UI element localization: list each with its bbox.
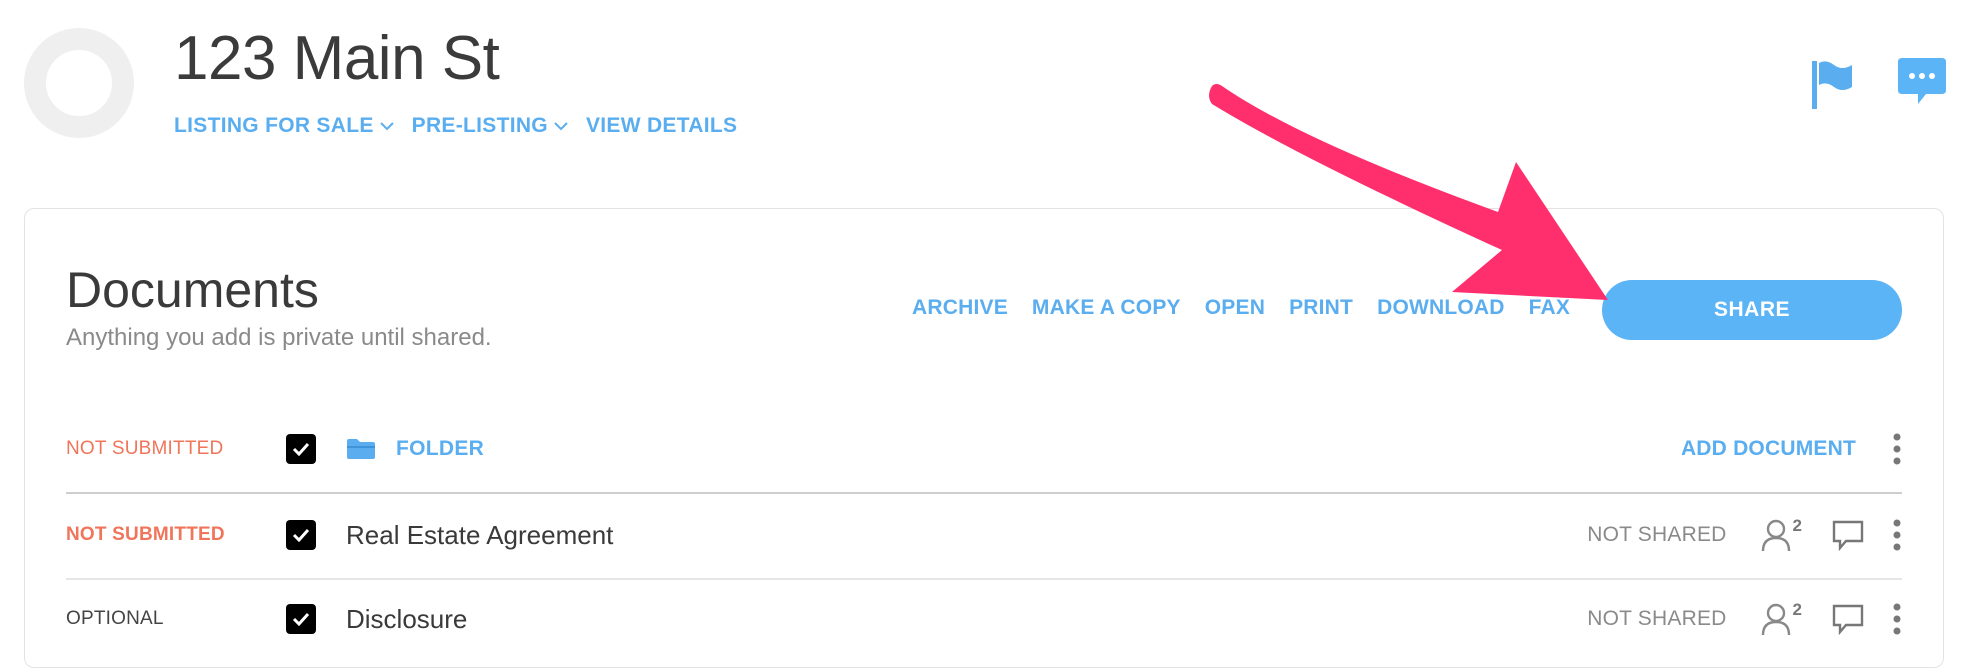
- person-icon: [1761, 519, 1790, 552]
- chevron-down-icon: [554, 122, 568, 131]
- checkmark-icon: [292, 612, 310, 626]
- share-state: NOT SHARED: [1587, 523, 1727, 546]
- document-row[interactable]: NOT SUBMITTED Real Estate Agreement NOT …: [66, 492, 1902, 580]
- comment-icon[interactable]: [1832, 603, 1864, 635]
- chat-icon[interactable]: [1896, 56, 1948, 112]
- document-name[interactable]: Real Estate Agreement: [346, 520, 613, 551]
- listing-for-sale-label: LISTING FOR SALE: [174, 114, 374, 137]
- folder-label[interactable]: FOLDER: [396, 437, 484, 461]
- view-details-link[interactable]: VIEW DETAILS: [586, 114, 737, 138]
- listing-subnav: LISTING FOR SALE PRE-LISTING VIEW DETAIL…: [174, 114, 737, 138]
- add-document-button[interactable]: ADD DOCUMENT: [1681, 437, 1856, 461]
- comment-icon[interactable]: [1832, 519, 1864, 551]
- document-checkbox[interactable]: [286, 520, 316, 550]
- person-icon: [1761, 603, 1790, 636]
- pre-listing-label: PRE-LISTING: [411, 114, 548, 137]
- checkmark-icon: [292, 528, 310, 542]
- download-button[interactable]: DOWNLOAD: [1377, 296, 1505, 320]
- share-state: NOT SHARED: [1587, 607, 1727, 630]
- listing-for-sale-dropdown[interactable]: LISTING FOR SALE: [174, 114, 394, 138]
- documents-subtitle: Anything you add is private until shared…: [66, 324, 492, 351]
- people-count: 2: [1792, 516, 1802, 535]
- document-status: OPTIONAL: [66, 608, 164, 629]
- more-vertical-icon[interactable]: [1892, 518, 1902, 552]
- people-button[interactable]: 2: [1761, 516, 1802, 552]
- document-row[interactable]: OPTIONAL Disclosure NOT SHARED 2: [66, 580, 1902, 658]
- archive-button[interactable]: ARCHIVE: [912, 296, 1008, 320]
- open-button[interactable]: OPEN: [1205, 296, 1265, 320]
- document-status: NOT SUBMITTED: [66, 524, 225, 545]
- folder-status: NOT SUBMITTED: [66, 438, 224, 459]
- documents-title: Documents: [66, 262, 319, 318]
- view-details-label: VIEW DETAILS: [585, 114, 738, 137]
- checkmark-icon: [292, 442, 310, 456]
- more-vertical-icon[interactable]: [1892, 602, 1902, 636]
- folder-row[interactable]: NOT SUBMITTED FOLDER ADD DOCUMENT: [66, 406, 1902, 494]
- page-title: 123 Main St: [174, 24, 500, 93]
- document-actions: ARCHIVE MAKE A COPY OPEN PRINT DOWNLOAD …: [912, 296, 1570, 320]
- flag-icon[interactable]: [1810, 57, 1854, 111]
- more-vertical-icon[interactable]: [1892, 432, 1902, 466]
- header-icon-group: [1810, 56, 1948, 112]
- document-name[interactable]: Disclosure: [346, 604, 467, 635]
- people-button[interactable]: 2: [1761, 600, 1802, 636]
- print-button[interactable]: PRINT: [1289, 296, 1353, 320]
- fax-button[interactable]: FAX: [1529, 296, 1570, 320]
- people-count: 2: [1792, 600, 1802, 619]
- pre-listing-dropdown[interactable]: PRE-LISTING: [412, 114, 568, 138]
- make-a-copy-button[interactable]: MAKE A COPY: [1032, 296, 1181, 320]
- folder-checkbox[interactable]: [286, 434, 316, 464]
- document-checkbox[interactable]: [286, 604, 316, 634]
- chevron-down-icon: [379, 122, 394, 131]
- folder-icon: [347, 439, 375, 459]
- avatar[interactable]: [24, 28, 134, 138]
- share-button[interactable]: SHARE: [1602, 280, 1902, 340]
